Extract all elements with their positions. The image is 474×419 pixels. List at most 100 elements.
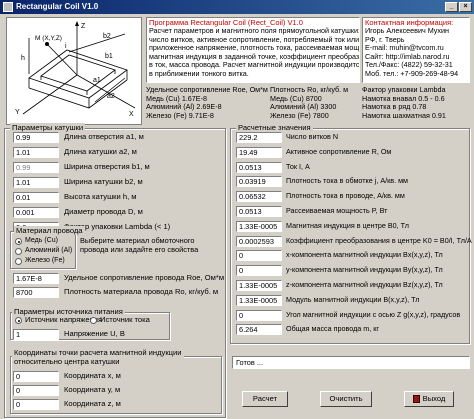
- param-input[interactable]: 1.01: [13, 177, 59, 188]
- result-label: z-компонента магнитной индукции Bz(x,y,z…: [286, 280, 443, 289]
- material-hint: Выберите материал обмоточного провода ил…: [80, 236, 199, 254]
- clear-button[interactable]: Очистить: [320, 391, 372, 407]
- result-value: 0: [236, 265, 282, 277]
- axis-z-label: Z: [81, 23, 86, 30]
- param-label: Ширина катушки b2, м: [64, 177, 143, 186]
- info-line: Моб. тел.: +7-909-269-48-94: [365, 68, 459, 78]
- result-value: 19.49: [236, 146, 282, 158]
- density-input[interactable]: 8700: [13, 287, 59, 298]
- param-input[interactable]: 0.99: [13, 162, 59, 173]
- result-value: 0.0513: [236, 161, 282, 173]
- material-radio-label: Алюминий (Al): [25, 247, 73, 254]
- result-value: 229.2: [236, 132, 282, 143]
- result-value: 0: [236, 309, 282, 321]
- ref-lambda: Фактор упаковки Lambda Намотка внавал 0.…: [362, 85, 470, 121]
- result-value: 0.06532: [236, 191, 282, 203]
- material-radio[interactable]: [15, 258, 22, 265]
- result-label: Плотность тока в проводе, А/кв. мм: [286, 191, 405, 201]
- result-label: Рассеиваемая мощность P, Вт: [286, 206, 388, 215]
- ref-resistivity: Удельное сопротивление Roe, Ом*м Медь (C…: [146, 85, 268, 121]
- result-label: Число витков N: [286, 132, 339, 141]
- window-title: Rectangular Coil V1.0: [16, 2, 99, 11]
- result-label: Модуль магнитной индукции B(x,y,z), Тл: [286, 294, 420, 304]
- supply-radio[interactable]: [90, 317, 97, 324]
- coordinate-input[interactable]: 0: [13, 371, 59, 382]
- result-value: 1.33E-0005: [236, 280, 282, 291]
- exit-door-icon: [412, 395, 420, 403]
- result-value: 1.33E-0005: [236, 220, 282, 232]
- minimize-button[interactable]: _: [445, 2, 458, 12]
- supply-radio[interactable]: [15, 317, 22, 324]
- param-label: Ширина отверстия b1, м: [64, 162, 150, 171]
- result-value: 0.0002593: [236, 235, 282, 247]
- info-line: Железо (Fe) 7800: [270, 110, 329, 120]
- param-label: Высота катушки h, м: [64, 192, 137, 201]
- exit-label: Выход: [422, 394, 446, 403]
- coil-diagram: Z M (X,Y,Z) Y X b2 b1 a1 a2 h i: [6, 17, 142, 125]
- info-line: Намотка шахматная 0.91: [362, 110, 446, 120]
- result-label: Плотность тока в обмотке j, А/кв. мм: [286, 176, 408, 186]
- b1-label: b1: [105, 53, 113, 60]
- exit-button[interactable]: Выход: [404, 391, 454, 407]
- title-bar: Rectangular Coil V1.0 _ ×: [0, 0, 474, 14]
- ref-resistivity-values: Медь (Cu) 1.67E-8 Алюминий (Al) 2.69E-8 Же…: [146, 94, 254, 121]
- program-description: Расчет параметров и магнитного поля прям…: [147, 26, 359, 79]
- result-value: 6.264: [236, 324, 282, 336]
- calculate-button[interactable]: Расчет: [242, 391, 288, 407]
- ref-lambda-values: Намотка внавал 0.5 - 0.6 Намотка в ряд 0.…: [362, 94, 470, 121]
- ref-density: Плотность Ro, кг/куб. м Медь (Cu) 8700 Ал…: [270, 85, 362, 121]
- result-value: 0: [236, 250, 282, 262]
- point-m-label: M (X,Y,Z): [35, 35, 62, 42]
- param-label: Длина отверстия a1, м: [64, 132, 144, 141]
- result-label: Коэффициент преобразования в центре K0 =…: [286, 235, 472, 245]
- a2-label: a2: [107, 93, 115, 100]
- result-label: Активное сопротивление R, Ом: [286, 146, 392, 156]
- b2-label: b2: [103, 33, 111, 40]
- material-radio[interactable]: [15, 248, 22, 255]
- param-label: Диаметр провода D, м: [64, 207, 143, 216]
- resistivity-label: Удельное сопротивление провода Roe, Ом*м: [64, 273, 225, 282]
- close-button[interactable]: ×: [459, 2, 472, 12]
- info-line: в приближении тонкого витка.: [149, 68, 249, 78]
- material-radio[interactable]: [15, 238, 22, 245]
- axis-y-label: Y: [15, 109, 20, 116]
- coordinate-label: Координата z, м: [64, 399, 121, 408]
- result-label: Магнитная индукция в центре B0, Тл: [286, 220, 409, 230]
- result-label: Ток I, А: [286, 161, 310, 171]
- h-label: h: [21, 55, 25, 62]
- status-field: Готов ...: [232, 356, 470, 369]
- point-title: Координаты точки расчета магнитной индук…: [12, 348, 184, 366]
- param-input[interactable]: 0.001: [13, 207, 59, 218]
- voltage-label: Напряжение U, В: [64, 329, 125, 338]
- result-value: 0.0513: [236, 206, 282, 217]
- i-label: i: [65, 43, 67, 50]
- point-title-line-2: относительно центра катушки: [14, 356, 120, 366]
- result-label: x-компонента магнитной индукции Bx(x,y,z…: [286, 250, 443, 260]
- ref-density-values: Медь (Cu) 8700 Алюминий (Al) 3300 Железо (…: [270, 94, 362, 121]
- param-input[interactable]: 0.99: [13, 132, 59, 143]
- app-icon: [3, 2, 13, 12]
- supply-radio-label: Источник тока: [100, 315, 150, 324]
- coil-params-title: Параметры катушки: [10, 123, 86, 132]
- result-value: 1.33E-0005: [236, 294, 282, 306]
- coil-diagram-svg: Z M (X,Y,Z) Y X b2 b1 a1 a2 h i: [15, 21, 136, 118]
- resistivity-input[interactable]: 1.67E-8: [13, 273, 59, 284]
- results-title: Расчетные значения: [236, 123, 313, 132]
- axis-x-label: X: [129, 111, 134, 118]
- voltage-input[interactable]: 1: [13, 329, 59, 340]
- coordinate-label: Координата y, м: [64, 385, 121, 394]
- result-label: Угол магнитной индукции с осью Z g(x,y,z…: [286, 309, 461, 319]
- result-label: y-компонента магнитной индукции By(x,y,z…: [286, 265, 443, 275]
- material-radio-label: Медь (Cu): [25, 237, 58, 244]
- param-input[interactable]: 1.01: [13, 147, 59, 158]
- result-label: Общая масса провода m, кг: [286, 324, 380, 334]
- coordinate-input[interactable]: 0: [13, 385, 59, 396]
- a1-label: a1: [93, 77, 101, 84]
- info-line: Железо (Fe) 9.71E-8: [146, 110, 214, 120]
- contact-info-box: Контактная информация: Игорь Алексеевич …: [362, 17, 470, 83]
- coordinate-input[interactable]: 0: [13, 399, 59, 410]
- param-input[interactable]: 0.01: [13, 192, 59, 203]
- density-label: Плотность материала провода Ro, кг/куб. …: [64, 287, 219, 296]
- contact-details: Игорь Алексеевич Мухин РФ, г. Тверь E-mail…: [363, 26, 469, 79]
- param-label: Длина катушки a2, м: [64, 147, 137, 156]
